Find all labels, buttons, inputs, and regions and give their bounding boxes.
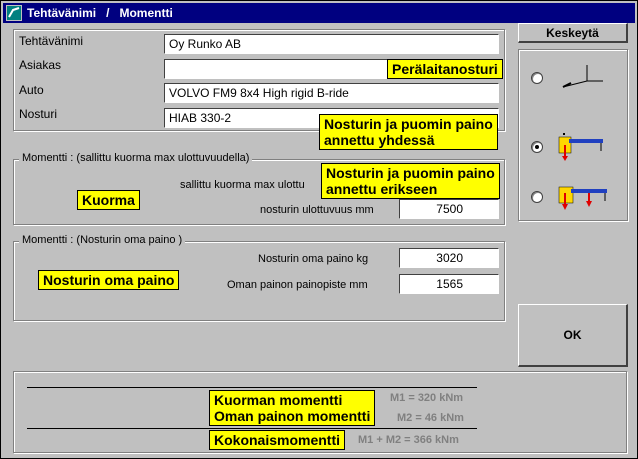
- tehtavanimi-label: Tehtävänimi: [19, 34, 84, 48]
- painopiste-label: Oman painon painopiste mm: [227, 279, 368, 291]
- total-moment-value: M1 + M2 = 366 kNm: [358, 434, 459, 446]
- tehtavanimi-field[interactable]: Oy Runko AB: [164, 34, 499, 54]
- erikseen-radio[interactable]: [531, 191, 543, 203]
- auto-field[interactable]: VOLVO FM9 8x4 High rigid B-ride: [164, 83, 499, 103]
- load-moment-group-title: Momentti : (sallittu kuorma max ulottuvu…: [19, 152, 253, 164]
- tail-lift-crane-icon: [562, 65, 603, 88]
- ok-button[interactable]: OK: [518, 304, 628, 367]
- results-divider-top: [27, 387, 477, 388]
- oma-paino-callout: Nosturin oma paino: [38, 270, 180, 290]
- moment-labels-callout: Kuorman momentti Oman painon momentti: [209, 390, 376, 426]
- window-title: Tehtävänimi / Momentti: [27, 6, 173, 20]
- yhdessa-radio[interactable]: [531, 141, 543, 153]
- kuorman-momentti-label: Kuorman momentti: [214, 392, 343, 408]
- crane-separate-icon: [558, 186, 607, 210]
- asiakas-label: Asiakas: [19, 58, 62, 72]
- results-divider-bottom: [27, 428, 477, 429]
- auto-label: Auto: [19, 83, 44, 97]
- m1-value: M1 = 320 kNm: [390, 392, 464, 404]
- yhdessa-callout: Nosturin ja puomin paino annettu yhdessä: [319, 114, 498, 150]
- painopiste-field[interactable]: 1565: [399, 274, 499, 294]
- kokonaismomentti-label: Kokonaismomentti: [209, 430, 346, 450]
- crane-combined-icon: [558, 133, 603, 161]
- m2-value: M2 = 46 kNm: [397, 412, 464, 424]
- nosturi-label: Nosturi: [19, 107, 58, 121]
- yhdessa-callout-line2: annettu yhdessä: [324, 132, 435, 148]
- title-bar: Tehtävänimi / Momentti: [3, 3, 635, 23]
- oma-paino-field[interactable]: 3020: [399, 248, 499, 268]
- momentti-window: Tehtävänimi / Momentti Tehtävänimi Oy Ru…: [0, 0, 638, 459]
- yhdessa-callout-line1: Nosturin ja puomin paino: [324, 116, 493, 132]
- erikseen-callout-line1: Nosturin ja puomin paino: [326, 165, 495, 181]
- oma-paino-label: Nosturin oma paino kg: [258, 253, 369, 265]
- peralaitanosturi-callout: Perälaitanosturi: [387, 59, 503, 79]
- erikseen-callout-line2: annettu erikseen: [326, 181, 438, 197]
- radio-selected-dot: [535, 145, 539, 149]
- ulottuvuus-field[interactable]: 7500: [399, 199, 499, 219]
- erikseen-callout: Nosturin ja puomin paino annettu eriksee…: [321, 163, 500, 199]
- oman-painon-momentti-label: Oman painon momentti: [214, 408, 371, 424]
- crane-weight-group-title: Momentti : (Nosturin oma paino ): [19, 234, 186, 246]
- keskeyta-button[interactable]: Keskeytä: [518, 23, 628, 43]
- peralaitanosturi-radio[interactable]: [531, 72, 543, 84]
- ulottuvuus-label: nosturin ulottuvuus mm: [260, 204, 374, 216]
- kuorma-callout: Kuorma: [77, 190, 140, 210]
- app-icon: [6, 5, 22, 21]
- sallittu-kuorma-label: sallittu kuorma max ulottu: [180, 179, 305, 191]
